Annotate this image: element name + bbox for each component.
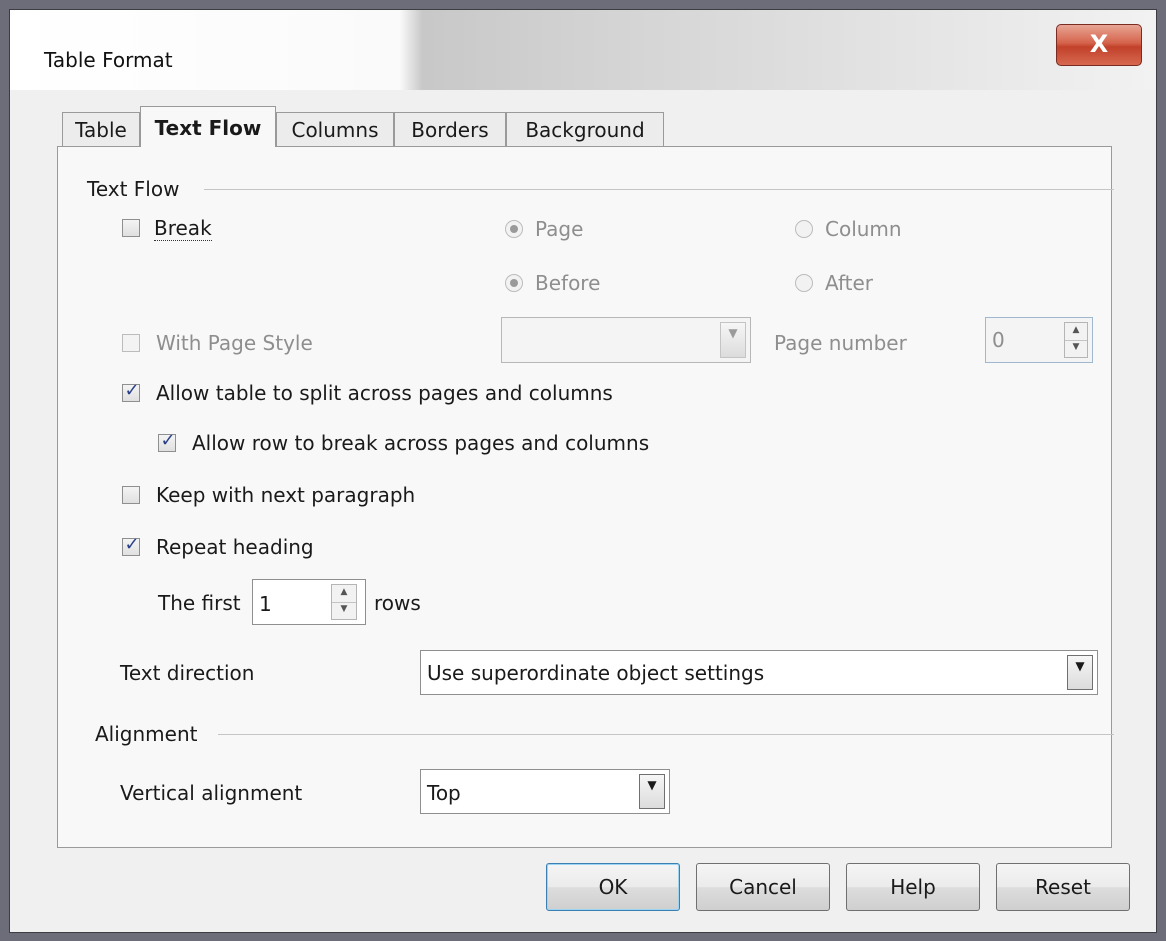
keep-with-next-checkbox[interactable] bbox=[122, 486, 140, 504]
break-checkbox[interactable] bbox=[122, 219, 140, 237]
spin-down-icon[interactable]: ▼ bbox=[332, 602, 356, 619]
with-page-style-checkbox[interactable] bbox=[122, 334, 140, 352]
ok-button[interactable]: OK bbox=[546, 863, 680, 911]
keep-with-next-label: Keep with next paragraph bbox=[156, 483, 416, 507]
allow-row-break-checkbox[interactable]: ✓ bbox=[158, 430, 176, 452]
column-radio-label: Column bbox=[825, 217, 902, 241]
before-radio-label: Before bbox=[535, 271, 601, 295]
text-flow-panel: Text Flow Break Page Column Before After… bbox=[57, 146, 1114, 848]
dropdown-arrow-icon[interactable]: ▼ bbox=[639, 774, 665, 809]
with-page-style-label: With Page Style bbox=[156, 331, 313, 355]
vertical-alignment-label: Vertical alignment bbox=[120, 781, 303, 805]
tab-background[interactable]: Background bbox=[506, 112, 664, 146]
page-number-spinbox[interactable]: 0 ▲ ▼ bbox=[985, 317, 1093, 363]
allow-split-checkbox[interactable]: ✓ bbox=[122, 380, 140, 402]
text-direction-select[interactable]: Use superordinate object settings ▼ bbox=[420, 650, 1098, 695]
allow-split-label: Allow table to split across pages and co… bbox=[156, 381, 613, 405]
dropdown-arrow-icon[interactable]: ▼ bbox=[1067, 655, 1093, 690]
text-direction-value: Use superordinate object settings bbox=[427, 661, 765, 685]
spin-up-icon[interactable]: ▲ bbox=[1065, 323, 1087, 341]
text-flow-group-label: Text Flow bbox=[87, 177, 180, 201]
tab-borders[interactable]: Borders bbox=[394, 112, 506, 146]
reset-button[interactable]: Reset bbox=[996, 863, 1130, 911]
cancel-button[interactable]: Cancel bbox=[696, 863, 830, 911]
allow-row-break-label: Allow row to break across pages and colu… bbox=[192, 431, 650, 455]
dropdown-arrow-icon[interactable]: ▼ bbox=[720, 322, 746, 358]
before-radio[interactable] bbox=[505, 274, 523, 292]
vertical-alignment-value: Top bbox=[427, 781, 461, 805]
help-button[interactable]: Help bbox=[846, 863, 980, 911]
check-icon: ✓ bbox=[124, 380, 140, 401]
after-radio[interactable] bbox=[795, 274, 813, 292]
the-first-label: The first bbox=[158, 591, 241, 615]
close-icon: X bbox=[1089, 30, 1109, 58]
close-button[interactable]: X bbox=[1056, 24, 1142, 66]
radio-selected-dot bbox=[510, 279, 518, 287]
table-format-dialog: Table Format X Table Text Flow Columns B… bbox=[9, 9, 1157, 933]
check-icon: ✓ bbox=[160, 430, 176, 451]
spin-buttons[interactable]: ▲ ▼ bbox=[331, 584, 357, 620]
page-radio[interactable] bbox=[505, 220, 523, 238]
rows-label: rows bbox=[374, 591, 421, 615]
page-number-value: 0 bbox=[992, 328, 1005, 352]
group-divider bbox=[218, 734, 1114, 735]
tab-text-flow[interactable]: Text Flow bbox=[140, 106, 276, 147]
alignment-group-label: Alignment bbox=[95, 722, 198, 746]
column-radio[interactable] bbox=[795, 220, 813, 238]
repeat-rows-spinbox[interactable]: 1 ▲ ▼ bbox=[252, 579, 366, 625]
repeat-heading-label: Repeat heading bbox=[156, 535, 314, 559]
break-label: Break bbox=[154, 216, 212, 241]
spin-buttons[interactable]: ▲ ▼ bbox=[1064, 322, 1088, 358]
group-divider bbox=[204, 189, 1114, 190]
radio-selected-dot bbox=[510, 225, 518, 233]
page-radio-label: Page bbox=[535, 217, 584, 241]
tab-table[interactable]: Table bbox=[62, 112, 140, 146]
spin-down-icon[interactable]: ▼ bbox=[1065, 340, 1087, 357]
vertical-alignment-select[interactable]: Top ▼ bbox=[420, 769, 670, 814]
tab-columns[interactable]: Columns bbox=[276, 112, 394, 146]
spin-up-icon[interactable]: ▲ bbox=[332, 585, 356, 603]
check-icon: ✓ bbox=[124, 534, 140, 555]
repeat-heading-checkbox[interactable]: ✓ bbox=[122, 534, 140, 556]
after-radio-label: After bbox=[825, 271, 874, 295]
title-bar: Table Format X bbox=[10, 10, 1156, 90]
window-title: Table Format bbox=[44, 48, 173, 72]
page-style-select[interactable]: ▼ bbox=[501, 317, 751, 363]
repeat-rows-value: 1 bbox=[259, 592, 272, 616]
page-number-label: Page number bbox=[774, 331, 907, 355]
text-direction-label: Text direction bbox=[120, 661, 255, 685]
